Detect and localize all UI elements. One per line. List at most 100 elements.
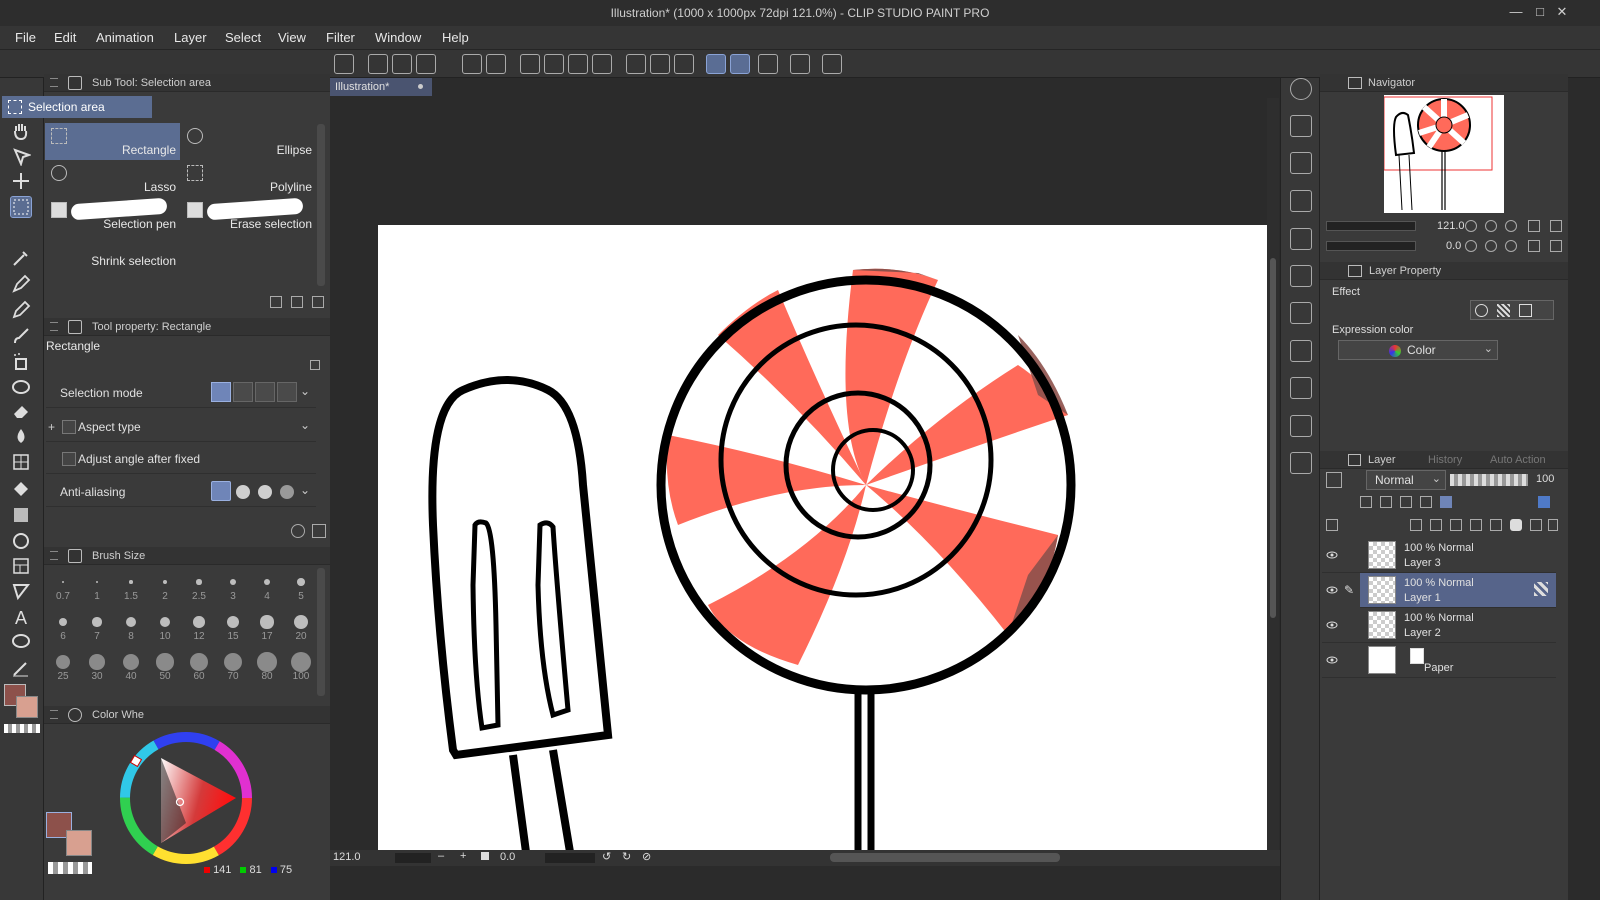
brush-icon[interactable]	[11, 326, 31, 346]
menu-window[interactable]: Window	[375, 30, 421, 45]
layer-row-paper[interactable]: Paper	[1322, 643, 1556, 678]
angle-slider[interactable]	[545, 853, 595, 863]
layer-row-layer1[interactable]: 100 % Normal Layer 1	[1360, 573, 1556, 608]
sub-color-swatch-large[interactable]	[66, 830, 92, 856]
tab-layer[interactable]: Layer	[1368, 454, 1396, 466]
hand-tool-icon[interactable]	[11, 121, 31, 141]
aa-none-icon[interactable]	[211, 481, 231, 501]
navigator-rotation-slider[interactable]	[1326, 241, 1416, 251]
brush-size-dot[interactable]	[297, 578, 305, 586]
add-subtool-icon[interactable]	[270, 296, 282, 308]
navigator-zoom-out-icon[interactable]	[1465, 220, 1477, 232]
navigator-fit-icon[interactable]	[1505, 220, 1517, 232]
operation-tool-icon[interactable]	[11, 146, 33, 167]
menu-animation[interactable]: Animation	[96, 30, 154, 45]
show-selection-icon[interactable]	[674, 54, 694, 74]
opacity-slider[interactable]	[1450, 474, 1528, 486]
move-layer-icon[interactable]	[11, 171, 31, 191]
figure-icon[interactable]	[11, 531, 31, 551]
brush-size-dot[interactable]	[257, 652, 277, 672]
navigator-zoom-value[interactable]: 121.0	[1437, 220, 1465, 232]
text-icon[interactable]: A	[11, 607, 31, 628]
navigator-zoom-slider[interactable]	[1326, 221, 1416, 231]
transparent-swatch[interactable]	[48, 862, 92, 874]
flip-horizontal-icon[interactable]	[1528, 240, 1540, 252]
material-10-icon[interactable]	[1290, 452, 1312, 474]
aa-medium-icon[interactable]	[258, 485, 272, 499]
aa-strong-icon[interactable]	[280, 485, 294, 499]
decoration-icon[interactable]	[11, 376, 31, 396]
tone-effect-icon[interactable]	[1497, 304, 1510, 317]
visibility-eye-icon[interactable]	[1326, 654, 1338, 666]
intersect-selection-icon[interactable]	[277, 382, 297, 402]
new-selection-icon[interactable]	[211, 382, 231, 402]
deselect-icon[interactable]	[626, 54, 646, 74]
layer-row-layer3[interactable]: 100 % Normal Layer 3	[1322, 538, 1556, 573]
eyedropper-icon[interactable]	[11, 248, 31, 268]
pencil-icon[interactable]	[11, 300, 31, 320]
zoom-out-icon[interactable]: –	[438, 850, 444, 862]
menu-edit[interactable]: Edit	[54, 30, 76, 45]
open-icon[interactable]	[392, 54, 412, 74]
subtool-scrollbar[interactable]	[317, 124, 325, 286]
material-7-icon[interactable]	[1290, 340, 1312, 362]
zoom-slider[interactable]	[395, 853, 431, 863]
adjust-angle-checkbox[interactable]	[62, 452, 76, 466]
border-effect-icon[interactable]	[1475, 304, 1488, 317]
brush-size-dot[interactable]	[92, 617, 102, 627]
brush-size-dot[interactable]	[62, 581, 64, 583]
reset-rotation-icon[interactable]: ⊘	[642, 850, 651, 863]
frame-border-icon[interactable]	[11, 556, 31, 576]
material-6-icon[interactable]	[1290, 302, 1312, 324]
new-file-icon[interactable]	[368, 54, 388, 74]
effect-buttons[interactable]	[1470, 300, 1554, 320]
blend-icon[interactable]	[11, 426, 31, 446]
undo-icon[interactable]	[462, 54, 482, 74]
aa-weak-icon[interactable]	[236, 485, 250, 499]
fill-tool-icon[interactable]	[11, 452, 31, 472]
drawing-canvas[interactable]	[378, 225, 1267, 852]
create-mask-icon[interactable]	[1510, 519, 1522, 531]
snap-special-ruler-icon[interactable]	[730, 54, 750, 74]
layer-menu-icon[interactable]	[1326, 519, 1338, 531]
chevron-down-icon[interactable]: ⌄	[300, 418, 310, 432]
sub-color-swatch[interactable]	[16, 696, 38, 718]
transform-icon[interactable]	[592, 54, 612, 74]
airbrush-icon[interactable]	[11, 351, 31, 371]
lock-transparent-pixels-icon[interactable]	[1534, 582, 1548, 596]
zoom-readout[interactable]: 121.0	[333, 851, 361, 863]
flip-vertical-icon[interactable]	[1550, 240, 1562, 252]
subtool-rectangle[interactable]: Rectangle	[45, 123, 180, 160]
clip-studio-icon[interactable]	[334, 54, 354, 74]
lock-transparent-icon[interactable]	[1440, 496, 1452, 508]
navigator-preview[interactable]	[1383, 95, 1504, 213]
brush-size-dot[interactable]	[230, 579, 236, 585]
snap-ruler-icon[interactable]	[706, 54, 726, 74]
lock-layer-icon[interactable]	[1420, 496, 1432, 508]
brush-size-dot[interactable]	[129, 580, 133, 584]
invert-selection-icon[interactable]	[650, 54, 670, 74]
reset-rotation-icon[interactable]	[1505, 240, 1517, 252]
menu-file[interactable]: File	[15, 30, 36, 45]
navigator-zoom-in-icon[interactable]	[1485, 220, 1497, 232]
new-folder-icon[interactable]	[1450, 519, 1462, 531]
subtool-erase-selection[interactable]: Erase selection	[181, 197, 316, 234]
vertical-scroll-thumb[interactable]	[1270, 258, 1276, 618]
angle-readout[interactable]: 0.0	[500, 851, 515, 863]
subtool-group-tab[interactable]: Selection area	[2, 96, 152, 118]
menu-layer[interactable]: Layer	[174, 30, 207, 45]
brush-size-dot[interactable]	[89, 654, 105, 670]
rotate-left-icon[interactable]: ↺	[602, 850, 611, 863]
tab-close-dot-icon[interactable]	[418, 84, 423, 89]
clear-icon[interactable]	[520, 54, 540, 74]
pen-edit-icon[interactable]: ✎	[1344, 583, 1356, 597]
brush-size-dot[interactable]	[291, 652, 311, 672]
eraser-icon[interactable]	[11, 401, 31, 421]
mask-icon[interactable]	[1538, 496, 1550, 508]
fill-icon[interactable]	[568, 54, 588, 74]
navigator-fullscreen-icon[interactable]	[1528, 220, 1540, 232]
balloon-icon[interactable]	[11, 632, 31, 652]
material-2-icon[interactable]	[1290, 152, 1312, 174]
clip-layer-icon[interactable]	[1360, 496, 1372, 508]
brush-size-dot[interactable]	[193, 616, 205, 628]
